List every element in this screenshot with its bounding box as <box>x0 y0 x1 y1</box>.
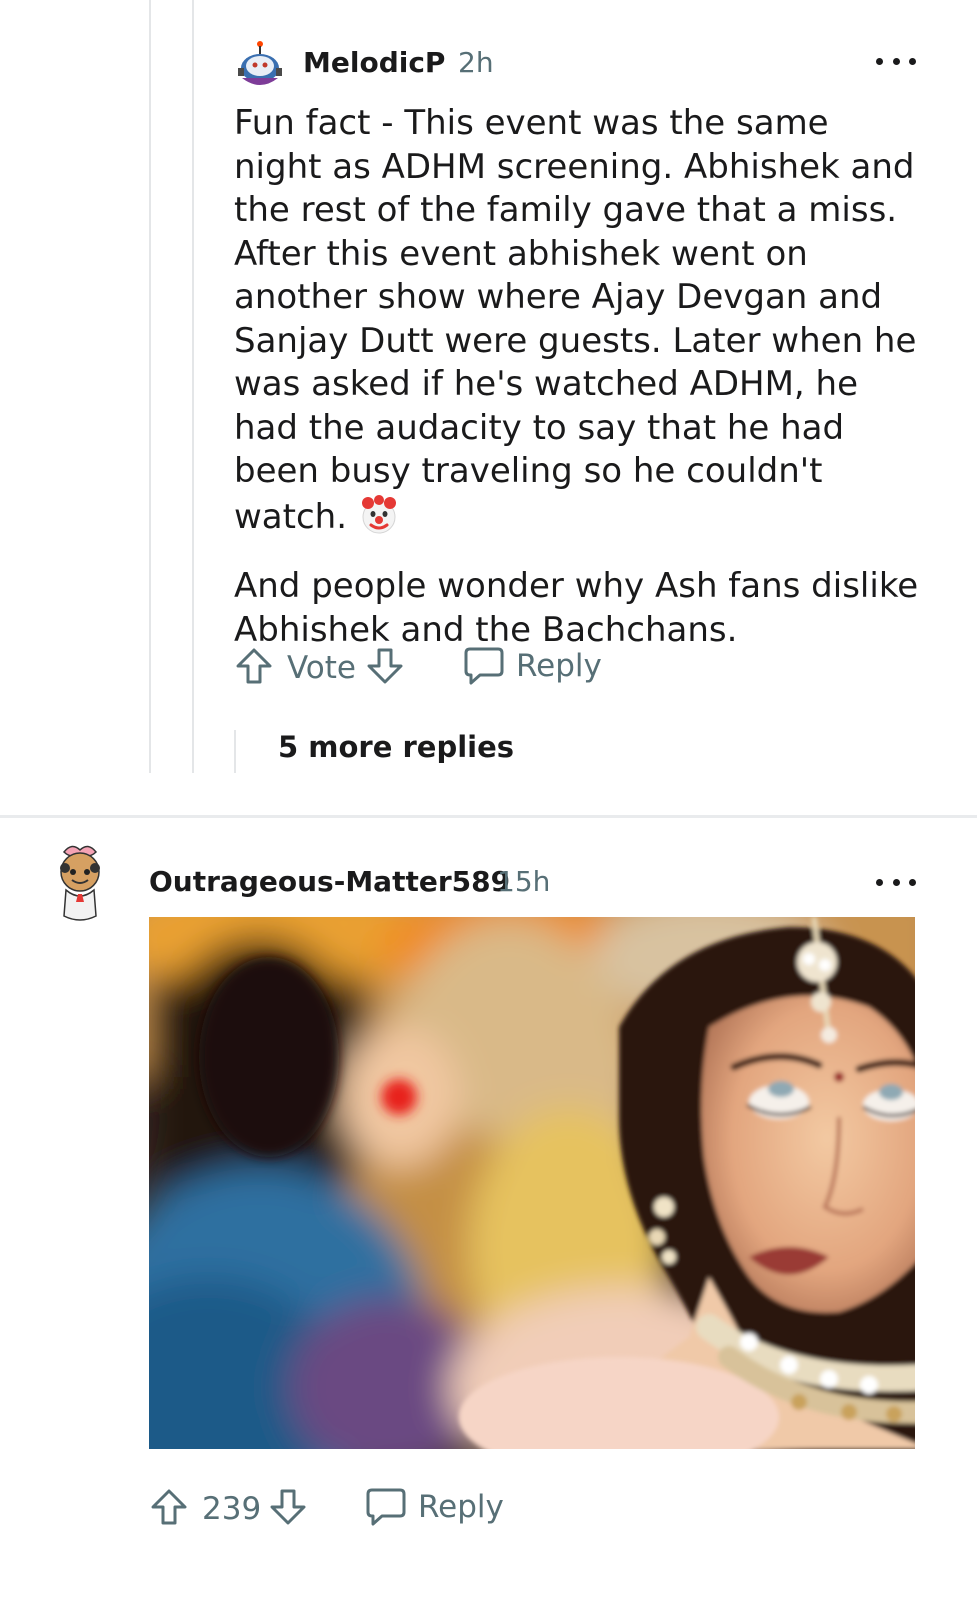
reply-label: Reply <box>516 648 602 684</box>
comment-author[interactable]: Outrageous-Matter589 <box>149 865 510 898</box>
thread-line-inner[interactable] <box>192 0 194 773</box>
dot-icon <box>876 878 883 886</box>
divider <box>0 815 977 818</box>
upvote-button[interactable] <box>234 646 274 686</box>
avatar[interactable] <box>234 38 286 90</box>
dot-icon <box>892 57 900 65</box>
more-replies-link[interactable]: 5 more replies <box>278 730 514 764</box>
avatar[interactable] <box>50 842 110 924</box>
vote-count: 239 <box>202 1491 262 1527</box>
snoo-avatar-icon <box>60 845 100 921</box>
comment-text: Fun fact - This event was the same night… <box>234 103 917 537</box>
gif-image[interactable] <box>149 917 915 1449</box>
upvote-button[interactable] <box>149 1487 189 1527</box>
dot-icon <box>909 57 916 65</box>
reply-button[interactable]: Reply <box>364 1486 504 1528</box>
upvote-arrow-icon <box>151 1489 187 1525</box>
downvote-arrow-icon <box>367 648 403 684</box>
dot-icon <box>892 878 900 886</box>
more-options-button[interactable] <box>876 872 916 892</box>
clown-face-icon <box>361 494 396 533</box>
dot-icon <box>909 878 916 886</box>
comment-paragraph: And people wonder why Ash fans dislike A… <box>234 566 919 650</box>
comment-bubble-icon <box>366 1488 406 1526</box>
comment-body: Fun fact - This event was the same night… <box>234 102 924 678</box>
upvote-arrow-icon <box>236 648 272 684</box>
downvote-button[interactable] <box>365 646 405 686</box>
reply-button[interactable]: Reply <box>462 645 602 687</box>
gif-image-icon <box>149 917 915 1449</box>
comment-author[interactable]: MelodicP <box>303 46 445 79</box>
downvote-button[interactable] <box>268 1487 308 1527</box>
comment-paragraph: Fun fact - This event was the same night… <box>234 102 924 539</box>
comment-timestamp: 15h <box>497 865 551 898</box>
more-replies-line <box>234 730 236 773</box>
comment-bubble-icon <box>464 647 504 685</box>
dot-icon <box>876 57 883 65</box>
snoo-avatar-icon <box>238 41 282 85</box>
downvote-arrow-icon <box>270 1489 306 1525</box>
comment-timestamp: 2h <box>458 46 494 79</box>
more-options-button[interactable] <box>876 51 916 71</box>
vote-label: Vote <box>287 650 356 686</box>
thread-line-outer[interactable] <box>149 0 151 773</box>
reply-label: Reply <box>418 1489 504 1525</box>
